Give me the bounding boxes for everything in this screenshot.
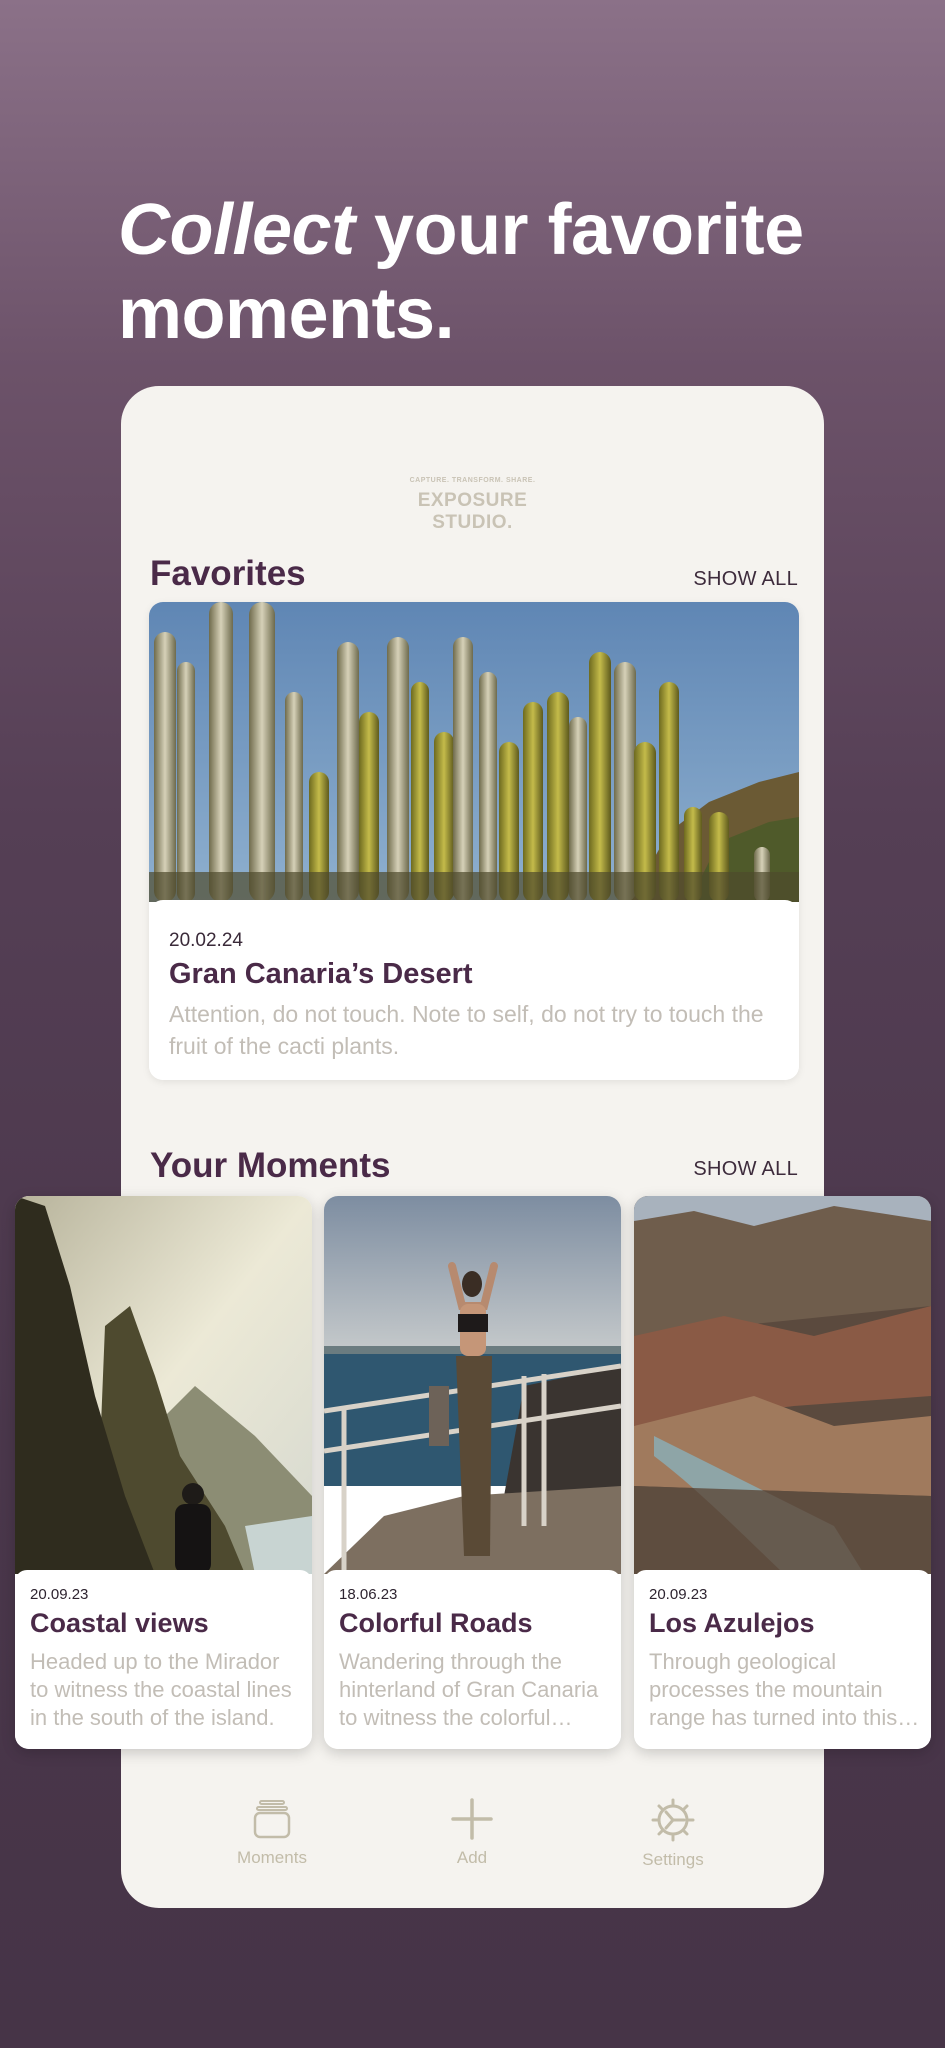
moment-date: 20.09.23 xyxy=(30,1586,89,1603)
moment-card-body: 20.09.23 Los Azulejos Through geological… xyxy=(634,1570,931,1749)
tab-settings[interactable]: Settings xyxy=(608,1798,738,1870)
favorites-show-all-button[interactable]: SHOW ALL xyxy=(693,568,798,591)
moment-card-body: 18.06.23 Colorful Roads Wandering throug… xyxy=(324,1570,621,1749)
colorful-mountain-photo xyxy=(634,1196,931,1574)
plus-icon xyxy=(451,1798,493,1840)
moment-card[interactable]: 20.09.23 Coastal views Headed up to the … xyxy=(15,1196,312,1749)
tab-add-label: Add xyxy=(456,1848,488,1867)
seaside-railing-photo xyxy=(324,1196,621,1574)
brand-logo: CAPTURE. TRANSFORM. SHARE. EXPOSURE STUD… xyxy=(121,477,824,534)
moment-description: Through geological processes the mountai… xyxy=(649,1649,898,1730)
tab-moments[interactable]: Moments xyxy=(207,1798,337,1868)
bottom-tab-bar: Moments Add Settings xyxy=(121,1788,824,1908)
tab-moments-label: Moments xyxy=(237,1848,307,1867)
brand-name-line1: EXPOSURE xyxy=(417,490,528,511)
favorite-title: Gran Canaria’s Desert xyxy=(169,958,473,990)
favorite-card[interactable]: 20.02.24 Gran Canaria’s Desert Attention… xyxy=(149,602,799,1080)
moment-description: Headed up to the Mirador to witness the … xyxy=(30,1649,292,1730)
brand-tagline: CAPTURE. TRANSFORM. SHARE. xyxy=(409,477,536,484)
moment-card[interactable]: 20.09.23 Los Azulejos Through geological… xyxy=(634,1196,931,1749)
moments-title: Your Moments xyxy=(150,1146,391,1185)
cactus-photo xyxy=(149,602,799,902)
favorite-card-body: 20.02.24 Gran Canaria’s Desert Attention… xyxy=(149,900,799,1080)
moment-title: Colorful Roads xyxy=(339,1608,533,1638)
moment-description: Wandering through the hinterland of Gran… xyxy=(339,1649,599,1730)
moment-date: 20.09.23 xyxy=(649,1586,708,1603)
moments-show-all-button[interactable]: SHOW ALL xyxy=(693,1158,798,1181)
moment-card-body: 20.09.23 Coastal views Headed up to the … xyxy=(15,1570,312,1749)
tab-settings-label: Settings xyxy=(642,1850,704,1869)
moment-title: Coastal views xyxy=(30,1608,209,1638)
gear-icon xyxy=(651,1798,695,1842)
headline: Collect your favorite moments. xyxy=(118,188,858,356)
headline-emphasis: Collect xyxy=(118,190,355,270)
coastal-cliff-photo xyxy=(15,1196,312,1574)
moment-card[interactable]: 18.06.23 Colorful Roads Wandering throug… xyxy=(324,1196,621,1749)
moment-date: 18.06.23 xyxy=(339,1586,398,1603)
brand-name-line2: STUDIO. xyxy=(432,512,513,533)
moment-title: Los Azulejos xyxy=(649,1608,815,1638)
favorites-title: Favorites xyxy=(150,554,306,593)
tab-add[interactable]: Add xyxy=(407,1798,537,1868)
favorite-date: 20.02.24 xyxy=(169,930,243,951)
favorite-description: Attention, do not touch. Note to self, d… xyxy=(169,1001,764,1059)
stacked-cards-icon xyxy=(253,1800,291,1839)
